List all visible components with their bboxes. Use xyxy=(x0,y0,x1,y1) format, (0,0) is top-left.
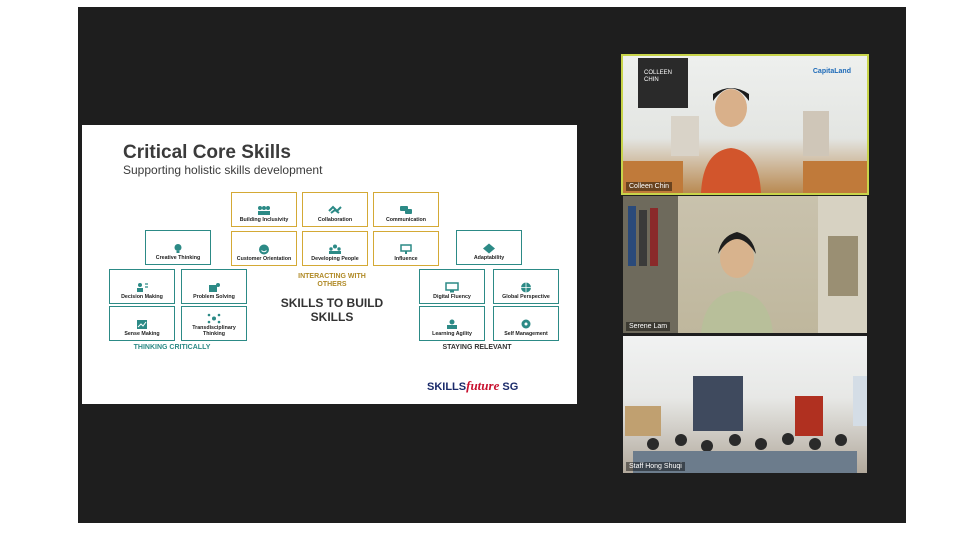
skills-to-build-skills-label: SKILLS TO BUILD SKILLS xyxy=(280,296,384,325)
presentation-icon xyxy=(400,244,412,255)
tile-customer-orientation: Customer Orientation xyxy=(231,231,297,266)
tile-label: Developing People xyxy=(311,256,359,263)
participant-video-feed xyxy=(623,196,867,333)
tile-communication: Communication xyxy=(373,192,439,227)
tile-label: Communication xyxy=(385,217,427,224)
handshake-icon xyxy=(328,205,342,214)
tile-label: Adaptability xyxy=(473,255,505,262)
diamond-icon xyxy=(483,243,495,254)
tile-label: Transdisciplinary Thinking xyxy=(192,325,236,338)
tile-label: Influence xyxy=(394,256,418,263)
participant-video-feed xyxy=(625,376,867,473)
participant-video-feed xyxy=(623,88,867,193)
tile-label: Global Perspective xyxy=(502,294,550,301)
tile-digital-fluency: Digital Fluency xyxy=(419,269,485,304)
puzzle-icon xyxy=(209,283,220,293)
tile-building-inclusivity: Building Inclusivity xyxy=(231,192,297,227)
tile-label: Sense Making xyxy=(124,331,160,338)
tile-developing-people: Developing People xyxy=(302,231,368,266)
smiley-icon xyxy=(259,244,269,255)
participant-name-label: Colleen Chin xyxy=(626,182,673,191)
tile-label: Digital Fluency xyxy=(433,294,471,301)
shared-screen-slide: Critical Core Skills Supporting holistic… xyxy=(82,125,577,404)
participant-name-label: Staff Hong Shuqi xyxy=(626,462,685,471)
tile-self-management: Self Management xyxy=(493,306,559,341)
tile-sense-making: Sense Making xyxy=(109,306,175,341)
globe-icon xyxy=(521,282,531,293)
people-group-icon xyxy=(258,206,270,216)
speech-bubble-icon xyxy=(400,206,412,215)
learner-icon xyxy=(447,319,457,330)
tile-label: Customer Orientation xyxy=(236,256,292,263)
tile-global-perspective: Global Perspective xyxy=(493,269,559,304)
lightbulb-icon xyxy=(174,244,182,254)
chart-icon xyxy=(137,320,147,330)
monitor-icon xyxy=(445,282,459,293)
tile-influence: Influence xyxy=(373,231,439,266)
tile-collaboration: Collaboration xyxy=(302,192,368,227)
person-choice-icon xyxy=(137,283,148,293)
participant-name-label: Serene Lam xyxy=(626,322,671,331)
tile-label: Creative Thinking xyxy=(155,255,201,262)
video-tile-participant-1[interactable]: COLLEEN CHIN CapitaLand Colleen Chin xyxy=(621,54,869,195)
video-tile-participant-3[interactable]: Staff Hong Shuqi xyxy=(623,336,867,473)
head-gear-icon xyxy=(521,319,531,329)
category-interacting-with-others: INTERACTING WITH OTHERS xyxy=(298,273,366,289)
network-icon xyxy=(207,314,221,324)
tile-problem-solving: Problem Solving xyxy=(181,269,247,304)
tile-learning-agility: Learning Agility xyxy=(419,306,485,341)
slide-subtitle: Supporting holistic skills development xyxy=(123,163,323,177)
tile-creative-thinking: Creative Thinking xyxy=(145,230,211,265)
tile-adaptability: Adaptability xyxy=(456,230,522,265)
category-thinking-critically: THINKING CRITICALLY xyxy=(133,344,211,351)
tile-label: Self Management xyxy=(504,331,548,338)
team-icon xyxy=(329,244,341,255)
skillsfuture-logo: SKILLSfuture SG xyxy=(427,378,519,393)
category-staying-relevant: STAYING RELEVANT xyxy=(442,344,512,351)
tile-label: Collaboration xyxy=(317,217,353,224)
video-tile-participant-2[interactable]: Serene Lam xyxy=(623,196,867,333)
tile-label: Problem Solving xyxy=(193,294,235,301)
slide-title: Critical Core Skills xyxy=(123,142,291,163)
tile-transdisciplinary-thinking: Transdisciplinary Thinking xyxy=(181,306,247,341)
tile-label: Learning Agility xyxy=(432,331,472,338)
tile-label: Building Inclusivity xyxy=(239,217,289,224)
tile-decision-making: Decision Making xyxy=(109,269,175,304)
tile-label: Decision Making xyxy=(121,294,163,301)
